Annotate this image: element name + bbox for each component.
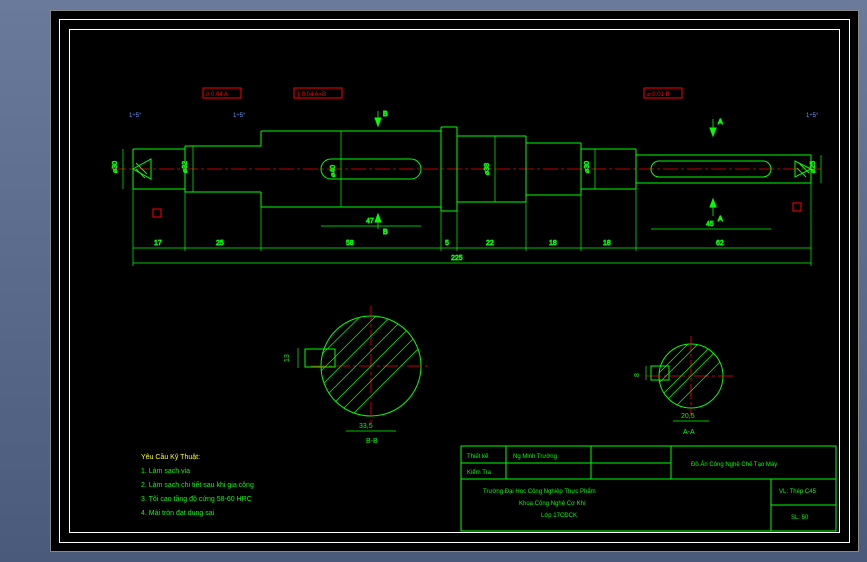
section-aa: A-A 20,5 8 bbox=[634, 321, 746, 436]
section-bb: B-B 33,5 13 bbox=[284, 286, 456, 445]
svg-text:Ng Minh Trường: Ng Minh Trường bbox=[513, 454, 557, 460]
title-block: Thiết kế Ng Minh Trường Kiểm Tra Đồ Án C… bbox=[461, 446, 836, 531]
svg-text:3. Tôi cao tầng độ cứng 58-: 3. Tôi cao tầng độ cứng 58-60 HRC bbox=[141, 494, 252, 503]
svg-text:5: 5 bbox=[445, 240, 449, 247]
svg-text:47: 47 bbox=[366, 218, 374, 225]
svg-text:⌀32: ⌀32 bbox=[182, 161, 189, 173]
svg-text:225: 225 bbox=[451, 255, 463, 262]
svg-text:1÷5°: 1÷5° bbox=[806, 113, 819, 119]
svg-text:8: 8 bbox=[634, 373, 641, 377]
svg-text:1÷5°: 1÷5° bbox=[233, 113, 246, 119]
svg-text:Kiểm Tra: Kiểm Tra bbox=[467, 469, 492, 476]
svg-text:VL: Thép C45: VL: Thép C45 bbox=[779, 489, 817, 495]
svg-text:⌀38: ⌀38 bbox=[484, 163, 491, 175]
svg-text:18: 18 bbox=[603, 240, 611, 247]
svg-text:25: 25 bbox=[216, 240, 224, 247]
svg-text:62: 62 bbox=[716, 240, 724, 247]
svg-text:17: 17 bbox=[154, 240, 162, 247]
svg-text:1÷5°: 1÷5° bbox=[129, 113, 142, 119]
svg-text:4. Mài tròn đạt dung sai: 4. Mài tròn đạt dung sai bbox=[141, 510, 215, 517]
drawing-svg: B B A A // 0.04 A ∥ 0.04 A=B ⌀ 0.01 B 1÷… bbox=[51, 11, 858, 551]
svg-text:Đồ Án Công Nghệ Chế Tạo Máy: Đồ Án Công Nghệ Chế Tạo Máy bbox=[691, 461, 777, 468]
svg-text:⌀25: ⌀25 bbox=[810, 161, 817, 173]
svg-text:A: A bbox=[718, 216, 723, 223]
svg-text:1. Làm sạch via: 1. Làm sạch via bbox=[141, 468, 190, 475]
svg-text:33,5: 33,5 bbox=[359, 423, 373, 430]
svg-text:⌀ 0.01 B: ⌀ 0.01 B bbox=[647, 92, 670, 98]
svg-text:A: A bbox=[718, 119, 723, 126]
svg-text:⌀30: ⌀30 bbox=[584, 161, 591, 173]
svg-text:58: 58 bbox=[346, 240, 354, 247]
gdnt-frames: // 0.04 A ∥ 0.04 A=B ⌀ 0.01 B bbox=[153, 88, 801, 217]
svg-text:B: B bbox=[383, 229, 388, 236]
svg-text:⌀30: ⌀30 bbox=[112, 161, 119, 173]
svg-text:Thiết kế: Thiết kế bbox=[467, 454, 489, 460]
svg-text:20,5: 20,5 bbox=[681, 413, 695, 420]
svg-text:A-A: A-A bbox=[683, 429, 695, 436]
svg-text:22: 22 bbox=[486, 240, 494, 247]
svg-text:B: B bbox=[383, 111, 388, 118]
svg-text:18: 18 bbox=[549, 240, 557, 247]
svg-text:Trường Đại Học Công Nghiệp Thự: Trường Đại Học Công Nghiệp Thực Phẩm bbox=[483, 488, 596, 495]
svg-text:Khoa Công Nghệ Cơ Khí: Khoa Công Nghệ Cơ Khí bbox=[519, 501, 586, 507]
svg-text:B-B: B-B bbox=[366, 438, 378, 445]
tech-notes: Yêu Cầu Kỹ Thuật: 1. Làm sạch via 2. Làm… bbox=[141, 452, 254, 517]
length-dims: 225 17 25 58 5 22 18 18 62 47 45 bbox=[133, 183, 811, 266]
svg-text:// 0.04 A: // 0.04 A bbox=[206, 92, 228, 98]
svg-text:Yêu Cầu Kỹ Thuật:: Yêu Cầu Kỹ Thuật: bbox=[141, 452, 200, 461]
svg-text:∥ 0.04 A=B: ∥ 0.04 A=B bbox=[297, 91, 326, 98]
svg-text:SL: 50: SL: 50 bbox=[791, 515, 809, 521]
angle-callouts: 1÷5° 1÷5° 1÷5° bbox=[129, 113, 819, 119]
svg-text:45: 45 bbox=[706, 221, 714, 228]
svg-text:13: 13 bbox=[284, 354, 291, 362]
cad-canvas[interactable]: B B A A // 0.04 A ∥ 0.04 A=B ⌀ 0.01 B 1÷… bbox=[50, 10, 859, 552]
svg-text:⌀40: ⌀40 bbox=[330, 165, 337, 177]
section-markers: B B A A bbox=[375, 111, 723, 236]
svg-text:Lớp 17CĐCK: Lớp 17CĐCK bbox=[541, 513, 577, 519]
svg-text:2. Làm sạch chi tiết sau kh: 2. Làm sạch chi tiết sau khi gia công bbox=[141, 480, 254, 489]
